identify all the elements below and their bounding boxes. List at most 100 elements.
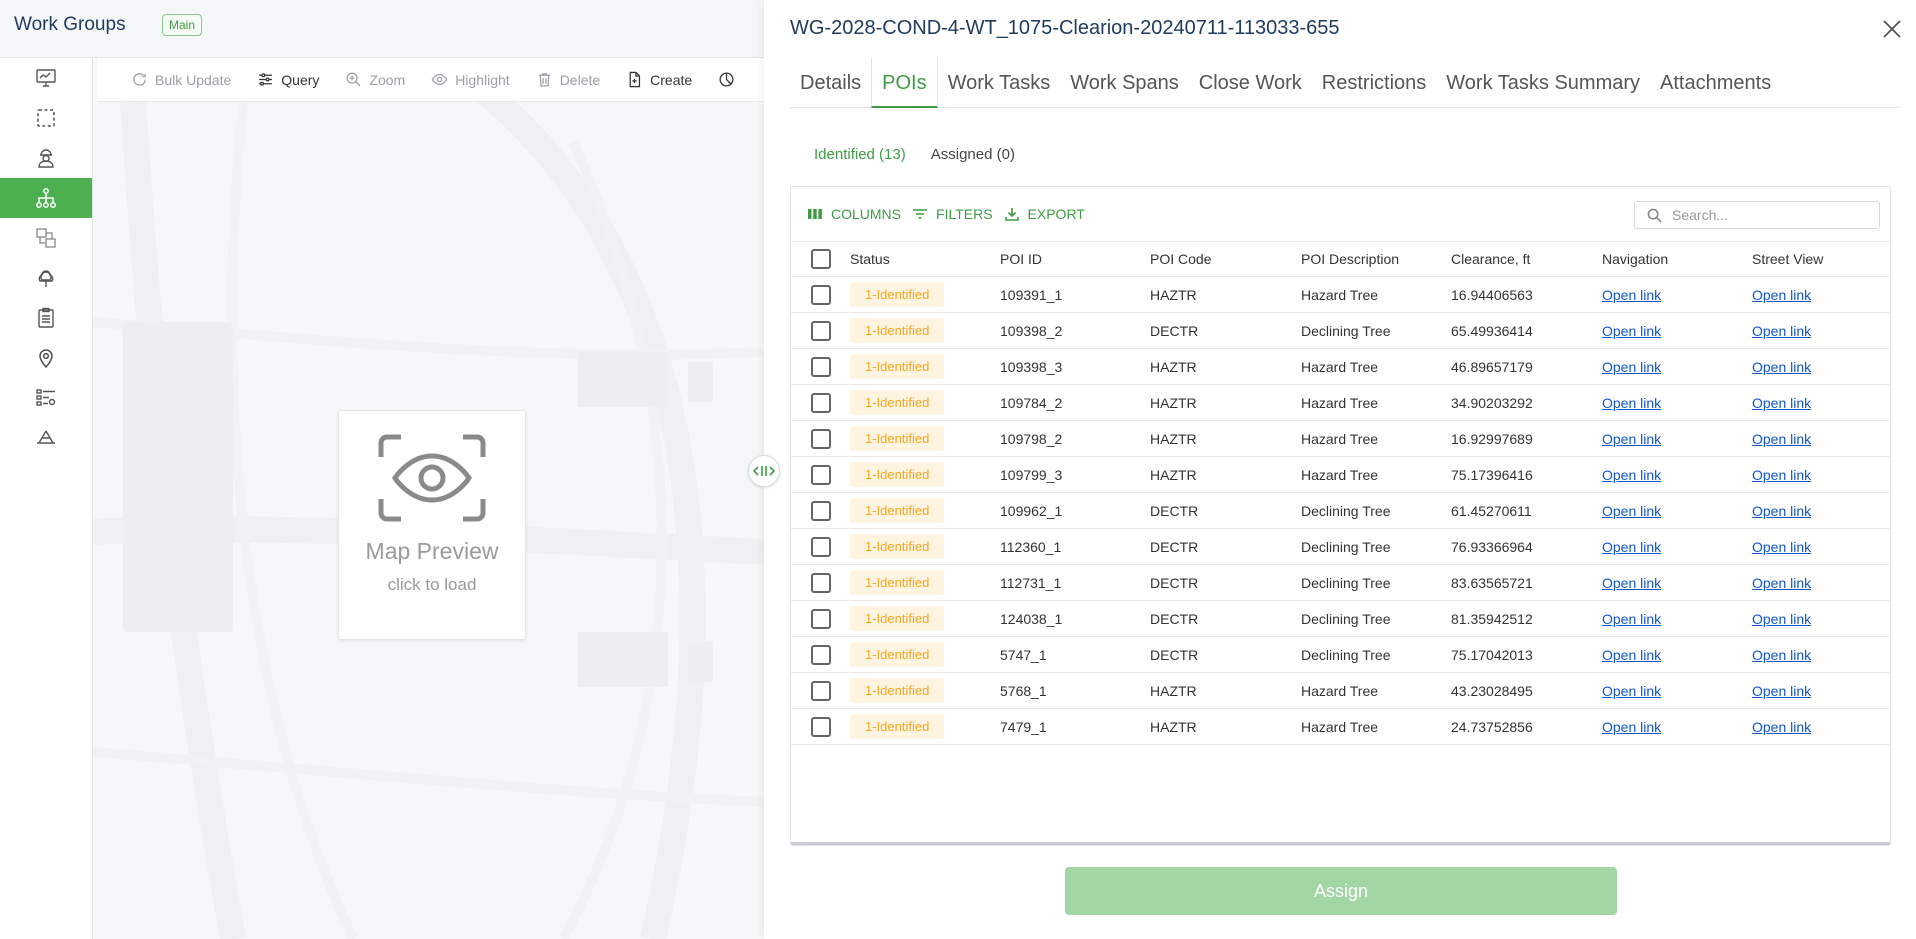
filters-button[interactable]: FILTERS [912,206,993,222]
row-checkbox[interactable] [810,284,831,305]
tab-close-work[interactable]: Close Work [1189,58,1312,108]
zoom-button[interactable]: Zoom [345,71,405,88]
row-checkbox[interactable] [810,320,831,341]
close-button[interactable] [1878,15,1906,43]
sidebar-item-selection[interactable] [0,98,92,138]
table-row[interactable]: 1-Identified 109784_2 HAZTR Hazard Tree … [791,385,1890,421]
tab-details[interactable]: Details [790,58,871,108]
navigation-link[interactable]: Open link [1602,611,1661,627]
navigation-link[interactable]: Open link [1602,683,1661,699]
sidebar-item-monitor[interactable] [0,58,92,98]
grid-search-box[interactable] [1634,201,1880,229]
row-checkbox[interactable] [810,464,831,485]
street-view-link[interactable]: Open link [1752,647,1811,663]
subtab-identified[interactable]: Identified (13) [814,146,906,163]
street-view-cell: Open link [1752,467,1882,483]
table-row[interactable]: 1-Identified 112731_1 DECTR Declining Tr… [791,565,1890,601]
navigation-link[interactable]: Open link [1602,287,1661,303]
navigation-link[interactable]: Open link [1602,575,1661,591]
query-button[interactable]: Query [257,71,319,88]
street-view-link[interactable]: Open link [1752,575,1811,591]
table-row[interactable]: 1-Identified 109799_3 HAZTR Hazard Tree … [791,457,1890,493]
sidebar-item-worker[interactable] [0,138,92,178]
navigation-link[interactable]: Open link [1602,395,1661,411]
export-button[interactable]: EXPORT [1004,206,1085,222]
sidebar-item-tree[interactable] [0,258,92,298]
delete-button[interactable]: Delete [536,71,600,88]
grid-horizontal-scrollbar[interactable] [791,842,1890,845]
create-button[interactable]: Create [626,71,692,88]
row-checkbox[interactable] [810,716,831,737]
tab-work-tasks[interactable]: Work Tasks [938,58,1061,108]
sidebar-item-location[interactable] [0,338,92,378]
poi-description-cell: Hazard Tree [1301,430,1379,447]
status-cell: 1-Identified [850,570,1000,595]
row-checkbox[interactable] [810,608,831,629]
street-view-link[interactable]: Open link [1752,287,1811,303]
table-row[interactable]: 1-Identified 109398_2 DECTR Declining Tr… [791,313,1890,349]
sidebar-item-hierarchy[interactable] [0,178,92,218]
table-row[interactable]: 1-Identified 112360_1 DECTR Declining Tr… [791,529,1890,565]
sidebar-item-powerline[interactable] [0,418,92,458]
bulk-update-button[interactable]: Bulk Update [131,71,231,88]
sidebar-item-list-settings[interactable] [0,378,92,418]
street-view-link[interactable]: Open link [1752,539,1811,555]
table-row[interactable]: 1-Identified 124038_1 DECTR Declining Tr… [791,601,1890,637]
street-view-link[interactable]: Open link [1752,431,1811,447]
column-header-poi-id[interactable]: POI ID [1000,251,1150,267]
row-checkbox[interactable] [810,680,831,701]
sidebar-item-map-layers[interactable] [0,218,92,258]
street-view-link[interactable]: Open link [1752,611,1811,627]
tab-work-tasks-summary[interactable]: Work Tasks Summary [1436,58,1650,108]
panel-resize-handle[interactable] [748,455,780,487]
tab-pois[interactable]: POIs [871,58,938,108]
highlight-button[interactable]: Highlight [431,71,510,88]
column-header-status[interactable]: Status [850,251,1000,267]
row-checkbox[interactable] [810,500,831,521]
subtab-assigned[interactable]: Assigned (0) [931,146,1015,163]
row-checkbox[interactable] [810,572,831,593]
row-checkbox[interactable] [810,536,831,557]
street-view-link[interactable]: Open link [1752,359,1811,375]
column-header-clearance[interactable]: Clearance, ft [1451,251,1602,267]
select-all-checkbox[interactable] [810,249,831,269]
navigation-link[interactable]: Open link [1602,467,1661,483]
tab-restrictions[interactable]: Restrictions [1312,58,1436,108]
column-header-navigation[interactable]: Navigation [1602,251,1752,267]
table-row[interactable]: 1-Identified 109798_2 HAZTR Hazard Tree … [791,421,1890,457]
row-checkbox[interactable] [810,428,831,449]
navigation-link[interactable]: Open link [1602,539,1661,555]
street-view-link[interactable]: Open link [1752,683,1811,699]
column-header-poi-description[interactable]: POI Description [1301,251,1451,267]
navigation-link[interactable]: Open link [1602,719,1661,735]
row-checkbox[interactable] [810,392,831,413]
search-input[interactable] [1672,207,1862,223]
street-view-link[interactable]: Open link [1752,503,1811,519]
table-row[interactable]: 1-Identified 109391_1 HAZTR Hazard Tree … [791,277,1890,313]
table-row[interactable]: 1-Identified 109962_1 DECTR Declining Tr… [791,493,1890,529]
street-view-link[interactable]: Open link [1752,395,1811,411]
table-row[interactable]: 1-Identified 5768_1 HAZTR Hazard Tree 43… [791,673,1890,709]
assign-button[interactable]: Assign [1065,867,1617,915]
column-header-street-view[interactable]: Street View [1752,251,1882,267]
sidebar-item-clipboard[interactable] [0,298,92,338]
navigation-link[interactable]: Open link [1602,647,1661,663]
table-row[interactable]: 1-Identified 5747_1 DECTR Declining Tree… [791,637,1890,673]
tab-attachments[interactable]: Attachments [1650,58,1781,108]
navigation-link[interactable]: Open link [1602,503,1661,519]
table-row[interactable]: 1-Identified 109398_3 HAZTR Hazard Tree … [791,349,1890,385]
columns-button[interactable]: COLUMNS [807,206,901,222]
street-view-link[interactable]: Open link [1752,467,1811,483]
street-view-link[interactable]: Open link [1752,719,1811,735]
table-row[interactable]: 1-Identified 7479_1 HAZTR Hazard Tree 24… [791,709,1890,745]
more-tool-button[interactable] [718,71,735,88]
street-view-link[interactable]: Open link [1752,323,1811,339]
navigation-link[interactable]: Open link [1602,323,1661,339]
row-checkbox[interactable] [810,644,831,665]
map-preview-card[interactable]: Map Preview click to load [338,410,526,640]
row-checkbox[interactable] [810,356,831,377]
navigation-link[interactable]: Open link [1602,359,1661,375]
tab-work-spans[interactable]: Work Spans [1060,58,1189,108]
navigation-link[interactable]: Open link [1602,431,1661,447]
column-header-poi-code[interactable]: POI Code [1150,251,1301,267]
